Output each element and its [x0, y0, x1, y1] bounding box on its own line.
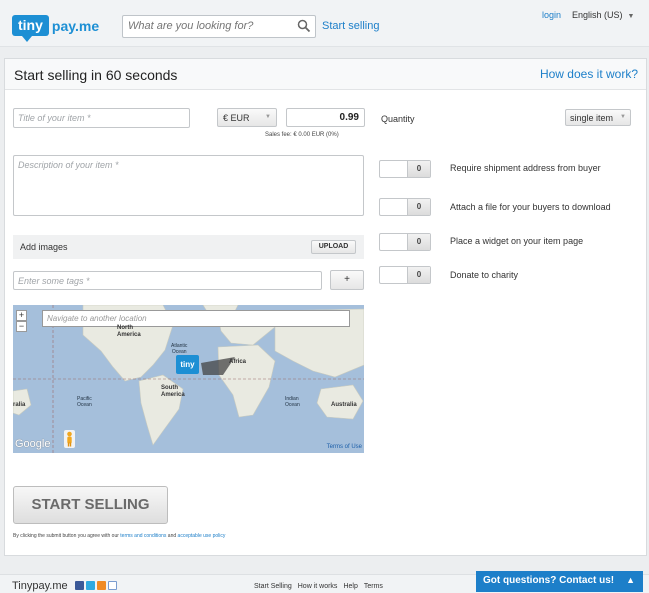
item-title-placeholder: Title of your item *	[18, 113, 91, 123]
option-label-attach-file: Attach a file for your buyers to downloa…	[450, 202, 611, 212]
toggle-value: 0	[407, 234, 430, 250]
search-input[interactable]	[123, 17, 293, 35]
add-images-label: Add images	[20, 242, 68, 252]
toggle-charity[interactable]: 0	[379, 266, 431, 284]
zoom-in-button[interactable]: +	[16, 310, 27, 321]
description-field[interactable]: Description of your item *	[13, 155, 364, 216]
currency-value: € EUR	[223, 113, 250, 123]
option-label-shipment: Require shipment address from buyer	[450, 163, 601, 173]
sell-panel: Start selling in 60 seconds How does it …	[4, 58, 647, 556]
top-header: tiny pay.me Start selling login English …	[0, 0, 649, 47]
toggle-value: 0	[407, 267, 430, 283]
contact-us-tab[interactable]: Got questions? Contact us! ▲	[476, 571, 643, 592]
facebook-icon[interactable]	[74, 581, 84, 590]
panel-header: Start selling in 60 seconds How does it …	[5, 59, 646, 90]
footer-link-start-selling[interactable]: Start Selling	[254, 583, 292, 590]
quantity-label: Quantity	[381, 114, 415, 124]
map-pin-marker[interactable]: tiny	[176, 355, 199, 374]
location-map[interactable]: Navigate to another location + − North A…	[13, 305, 364, 453]
quantity-select[interactable]: single item ▼	[565, 109, 631, 126]
option-label-charity: Donate to charity	[450, 270, 519, 280]
currency-select[interactable]: € EUR ▼	[217, 108, 277, 127]
item-title-field[interactable]: Title of your item *	[13, 108, 190, 128]
upload-button[interactable]: UPLOAD	[311, 240, 356, 254]
toggle-attach-file[interactable]: 0	[379, 198, 431, 216]
tags-field[interactable]: Enter some tags *	[13, 271, 322, 290]
quantity-value: single item	[570, 113, 614, 123]
login-link[interactable]: login	[542, 10, 561, 20]
price-field[interactable]: 0.99	[286, 108, 365, 127]
tags-placeholder: Enter some tags *	[18, 276, 90, 286]
sales-fee-text: Sales fee: € 0.00 EUR (0%)	[265, 132, 339, 138]
page-title: Start selling in 60 seconds	[14, 67, 178, 83]
toggle-shipment[interactable]: 0	[379, 160, 431, 178]
map-label-atlantic: Atlantic Ocean	[171, 343, 188, 355]
logo-tiny-badge: tiny	[12, 15, 49, 42]
twitter-icon[interactable]	[85, 581, 95, 590]
tinypay-logo[interactable]: tiny pay.me	[12, 15, 100, 42]
option-label-widget: Place a widget on your item page	[450, 236, 584, 246]
how-it-works-link[interactable]: How does it work?	[540, 67, 638, 81]
map-label-australia-left: ralia	[13, 402, 26, 408]
aup-link[interactable]: acceptable use policy	[178, 533, 226, 539]
map-label-pacific: Pacific Ocean	[77, 396, 92, 408]
language-selector[interactable]: English (US) ▼	[572, 10, 634, 20]
search-box	[122, 15, 316, 38]
map-label-north-america: North America	[117, 325, 141, 338]
rss-icon[interactable]	[96, 581, 106, 590]
mail-icon[interactable]	[107, 581, 117, 590]
chevron-down-icon: ▼	[627, 13, 635, 20]
add-images-row: Add images UPLOAD	[13, 235, 364, 259]
google-logo: Google	[15, 438, 51, 450]
terms-mid: and	[166, 533, 178, 539]
chevron-down-icon: ▼	[265, 114, 271, 120]
logo-pay-text: pay.me	[51, 17, 100, 34]
start-selling-button[interactable]: START SELLING	[13, 486, 168, 524]
terms-link[interactable]: terms and conditions	[120, 533, 166, 539]
toggle-widget[interactable]: 0	[379, 233, 431, 251]
map-location-search[interactable]: Navigate to another location	[42, 310, 350, 327]
toggle-value: 0	[407, 199, 430, 215]
zoom-out-button[interactable]: −	[16, 321, 27, 332]
footer-link-terms[interactable]: Terms	[364, 583, 383, 590]
footer-links: Start Selling How it works Help Terms	[254, 583, 389, 590]
chevron-down-icon: ▼	[620, 114, 626, 120]
toggle-value: 0	[407, 161, 430, 177]
header-start-selling-link[interactable]: Start selling	[322, 20, 379, 32]
map-search-placeholder: Navigate to another location	[47, 314, 147, 323]
terms-agreement-text: By clicking the submit button you agree …	[13, 533, 225, 539]
language-label: English (US)	[572, 10, 623, 20]
pegman-icon[interactable]	[64, 430, 75, 448]
map-label-africa: Africa	[229, 359, 247, 365]
footer-link-help[interactable]: Help	[343, 583, 357, 590]
footer-brand: Tinypay.me	[12, 580, 117, 592]
map-label-south-america: South America	[161, 385, 185, 398]
map-label-australia: Australia	[331, 402, 357, 408]
add-tag-button[interactable]: +	[330, 270, 364, 290]
terms-prefix: By clicking the submit button you agree …	[13, 533, 121, 539]
search-icon[interactable]	[297, 19, 311, 33]
contact-us-label: Got questions? Contact us!	[483, 575, 615, 586]
map-terms-link[interactable]: Terms of Use	[327, 444, 362, 450]
footer-brand-text: Tinypay.me	[12, 580, 68, 592]
price-value: 0.99	[339, 112, 359, 123]
description-placeholder: Description of your item *	[18, 160, 119, 170]
map-label-indian: Indian Ocean	[285, 396, 300, 408]
footer-link-how-it-works[interactable]: How it works	[298, 583, 338, 590]
chevron-up-icon: ▲	[626, 575, 635, 585]
